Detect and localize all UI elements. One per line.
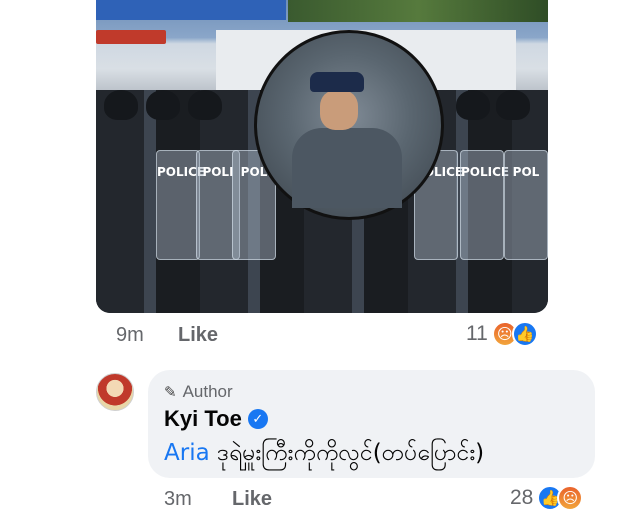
reaction-count: 11 — [466, 322, 488, 345]
shared-photo[interactable]: POLICE POLI POL POLICE POLICE POL — [96, 0, 548, 313]
comment-bubble: ✎ Author Kyi Toe ✓ Aria ဒုရဲမှူးကြီးကိုက… — [148, 370, 595, 478]
post-timestamp[interactable]: 9m — [96, 324, 152, 347]
comment-text: Aria ဒုရဲမှူးကြီးကိုကိုလွင်(တပ်ပြောင်း) — [164, 440, 485, 466]
comment-meta-row: 3m Like — [146, 488, 272, 511]
verified-badge-icon: ✓ — [247, 409, 268, 429]
riot-shield: POL — [504, 150, 548, 260]
angry-reaction-icon: ☹ — [557, 485, 584, 511]
riot-shield: POLICE — [156, 150, 205, 260]
like-button[interactable]: Like — [232, 488, 272, 511]
riot-shield: POLICE — [460, 150, 509, 260]
commenter-name[interactable]: Kyi Toe — [164, 406, 242, 432]
pen-icon: ✎ — [164, 384, 177, 401]
reaction-summary[interactable]: 28 👍 ☹ — [510, 485, 584, 511]
post-meta-row: 9m Like — [96, 324, 218, 347]
like-reaction-icon: 👍 — [511, 321, 538, 347]
comment-timestamp[interactable]: 3m — [146, 488, 202, 511]
reaction-count: 28 — [510, 486, 534, 509]
author-badge: ✎ Author — [164, 382, 233, 401]
reaction-summary[interactable]: 11 ☹ 👍 — [466, 321, 538, 347]
like-button[interactable]: Like — [178, 324, 218, 347]
officer-figure — [292, 128, 402, 208]
mention-link[interactable]: Aria — [164, 440, 210, 466]
avatar[interactable] — [96, 373, 134, 411]
